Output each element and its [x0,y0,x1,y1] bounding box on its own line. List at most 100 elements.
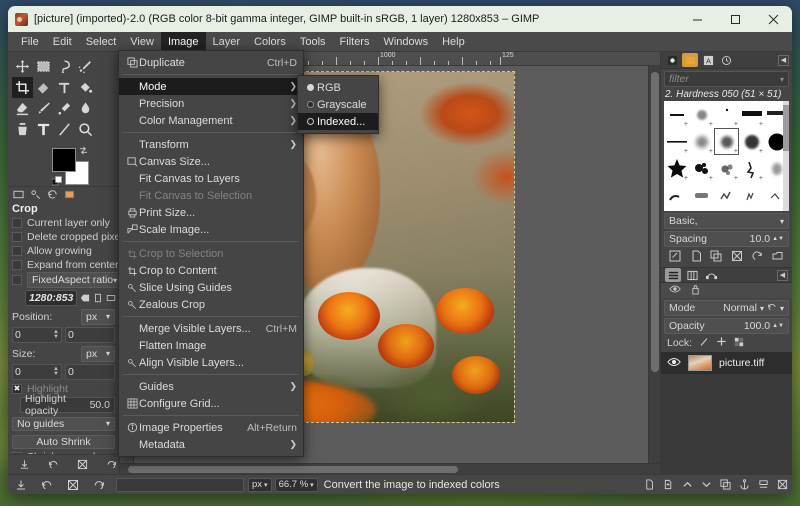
move-tool[interactable] [12,56,33,77]
airbrush-tool[interactable] [54,98,75,119]
chevron-down-icon[interactable]: ▾ [780,304,784,313]
scrollbar-thumb[interactable] [651,72,659,372]
eraser-tool[interactable] [12,98,33,119]
paintbrush-tool[interactable] [33,98,54,119]
brush-cell[interactable]: + [739,155,764,182]
brush-cell[interactable]: + [739,101,764,128]
lock-position-icon[interactable] [716,336,727,350]
maximize-button[interactable] [716,6,754,32]
menu-select[interactable]: Select [79,32,124,51]
delete-brush-icon[interactable] [729,249,744,263]
brush-cell-hardness-050[interactable]: + [714,128,739,155]
reset-colors-icon[interactable] [51,176,62,189]
cancel-icon[interactable] [60,475,86,495]
mode-menu-item-grayscale[interactable]: Grayscale [298,96,378,113]
save-options-icon[interactable] [18,458,31,471]
menu-item-configure-grid[interactable]: Configure Grid... [119,395,303,412]
brush-set-combo[interactable]: Basic, ▾ [664,213,789,229]
auto-shrink-button[interactable]: Auto Shrink [12,434,115,449]
spacing-slider[interactable]: Spacing 10.0 ▲▼ [664,231,789,247]
dock-menu-button[interactable]: ◀ [778,54,789,66]
tab-channels-icon[interactable] [684,268,700,282]
menu-edit[interactable]: Edit [46,32,79,51]
tab-tool-options-icon[interactable] [664,53,680,67]
menu-item-duplicate[interactable]: Duplicate Ctrl+D [119,54,303,71]
checkbox[interactable]: ✖ [12,383,22,394]
checkbox[interactable] [12,259,22,270]
anchor-layer-icon[interactable] [735,475,754,495]
duplicate-brush-icon[interactable] [709,249,724,263]
clear-ratio-icon[interactable] [80,291,90,304]
size-width-input[interactable]: 0 ▲ ▼ [12,363,62,380]
transform-tool[interactable] [54,77,75,98]
brush-cell[interactable]: + [664,128,689,155]
undo-history-icon[interactable] [34,475,60,495]
landscape-orientation-icon[interactable] [106,291,116,304]
brush-cell[interactable]: + [664,155,689,182]
position-unit-combo[interactable]: px ▾ [81,308,115,325]
tab-fonts-icon[interactable]: A [700,53,716,67]
layer-opacity-slider[interactable]: Opacity 100.0 ▲▼ [664,318,789,334]
scrollbar-thumb[interactable] [128,466,458,473]
layers-dock-menu-button[interactable]: ◀ [777,269,788,281]
free-select-tool[interactable] [54,56,75,77]
brush-cell[interactable]: + [689,155,714,182]
lower-layer-icon[interactable] [697,475,716,495]
option-delete-cropped-pixels[interactable]: Delete cropped pixels [12,231,119,243]
brush-cell[interactable]: + [714,155,739,182]
lock-pixels-icon[interactable] [699,337,709,350]
brush-cell[interactable] [689,182,714,209]
option-expand-from-center[interactable]: Expand from center [12,259,119,271]
close-button[interactable] [754,6,792,32]
scrollbar-thumb[interactable] [783,105,789,151]
canvas-horizontal-scrollbar[interactable] [120,463,660,474]
size-fields-row[interactable]: 0 ▲ ▼ 0 [12,363,115,380]
option-allow-growing[interactable]: Allow growing [12,245,115,257]
brush-cell[interactable]: + [689,128,714,155]
restore-options-icon[interactable] [47,458,60,471]
brush-grid[interactable]: + + + + + + + + + + + + + + + [664,101,789,211]
device-status-icon[interactable] [12,188,25,201]
checkbox[interactable] [12,217,22,228]
brush-cell[interactable]: + [664,101,689,128]
menu-item-transform[interactable]: Transform ❯ [119,136,303,153]
fuzzy-select-tool[interactable] [75,56,96,77]
smudge-tool[interactable] [75,98,96,119]
stepper-arrows[interactable]: ▲▼ [772,323,784,329]
minimize-button[interactable] [678,6,716,32]
stepper-arrows[interactable]: ▲▼ [772,236,784,242]
brush-cell[interactable]: + [739,128,764,155]
position-x-input[interactable]: 0 ▲ ▼ [12,326,62,343]
zoom-tool[interactable] [75,119,96,140]
menu-item-slice-using-guides[interactable]: Slice Using Guides [119,279,303,296]
checkbox[interactable] [12,231,22,242]
menu-colors[interactable]: Colors [247,32,293,51]
brush-cell[interactable]: + [689,101,714,128]
bucket-fill-tool[interactable] [75,77,96,98]
menu-help[interactable]: Help [435,32,472,51]
new-layer-icon[interactable] [640,475,659,495]
position-fields-row[interactable]: 0 ▲ ▼ 0 [12,326,115,343]
size-height-input[interactable]: 0 [65,363,115,380]
menu-item-canvas-size[interactable]: Canvas Size... [119,153,303,170]
composite-mode-icon[interactable] [767,302,777,315]
status-zoom-combo[interactable]: 66.7 % ▾ [274,477,318,492]
stepper-arrows[interactable]: ▲▼ [53,366,59,377]
tab-brushes-icon[interactable] [682,53,698,67]
guides-combo[interactable]: No guides ▾ [12,416,115,431]
new-brush-icon[interactable] [688,249,703,263]
window-titlebar[interactable]: [picture] (imported)-2.0 (RGB color 8-bi… [8,6,792,32]
edit-brush-icon[interactable] [668,249,683,263]
size-unit-combo[interactable]: px ▾ [81,345,115,362]
tab-document-history-icon[interactable] [718,53,734,67]
menu-file[interactable]: File [14,32,46,51]
menu-filters[interactable]: Filters [333,32,377,51]
measure-tool[interactable] [33,77,54,98]
menu-item-precision[interactable]: Precision ❯ [119,95,303,112]
brush-filter-input[interactable]: filter ▾ [664,71,789,87]
clone-tool[interactable] [12,119,33,140]
menu-windows[interactable]: Windows [376,32,435,51]
layer-mode-combo[interactable]: Mode Normal ▾ ▾ [664,300,789,316]
reset-tool-options-icon[interactable] [63,188,76,201]
menu-item-crop-to-content[interactable]: Crop to Content [119,262,303,279]
